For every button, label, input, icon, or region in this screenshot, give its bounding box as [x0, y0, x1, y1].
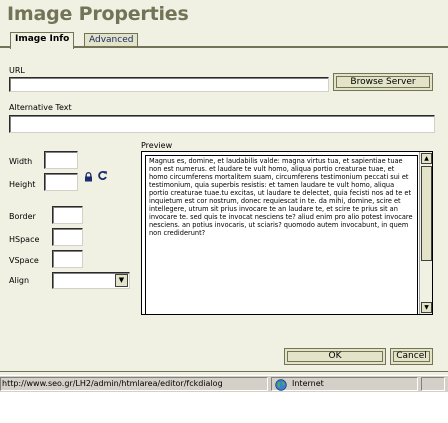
status-resize-area — [421, 377, 445, 391]
status-zone-label: Internet — [292, 379, 324, 388]
ok-button-label: OK — [328, 351, 342, 361]
alt-text-label: Alternative Text — [9, 103, 72, 112]
url-input[interactable] — [9, 77, 329, 92]
scroll-down-icon[interactable]: ▼ — [421, 302, 432, 313]
preview-pane[interactable]: Magnus es, domine, et laudabilis valde: … — [141, 151, 433, 315]
dialog-title: Image Properties — [7, 3, 189, 25]
footer-divider — [0, 371, 448, 372]
scroll-up-icon[interactable]: ▲ — [421, 153, 432, 164]
align-select[interactable]: ▼ — [52, 272, 130, 289]
height-label: Height — [9, 180, 36, 189]
preview-text: Magnus es, domine, et laudabilis valde: … — [145, 155, 418, 314]
reset-size-icon[interactable] — [97, 166, 108, 180]
browse-server-button-label: Browse Server — [350, 77, 416, 87]
hspace-label: HSpace — [9, 235, 40, 244]
page-bottom-fill — [0, 392, 448, 423]
border-label: Border — [9, 212, 36, 221]
lock-ratio-icon[interactable] — [84, 167, 93, 182]
browser-status-bar: http://www.seo.gr/LH2/admin/htmlarea/edi… — [0, 375, 448, 392]
align-label: Align — [9, 276, 30, 285]
hspace-input[interactable] — [52, 228, 83, 246]
cancel-button-label: Cancel — [396, 351, 427, 361]
preview-scrollbar[interactable]: ▲ ▼ — [419, 152, 432, 314]
alt-text-input[interactable] — [9, 115, 435, 133]
vspace-label: VSpace — [9, 256, 39, 265]
cancel-button[interactable]: Cancel — [390, 348, 433, 365]
preview-label: Preview — [141, 141, 173, 150]
width-input[interactable] — [44, 151, 78, 169]
url-label: URL — [9, 66, 25, 75]
status-security-zone: Internet — [271, 377, 418, 391]
status-url: http://www.seo.gr/LH2/admin/htmlarea/edi… — [0, 377, 268, 391]
ok-button[interactable]: OK — [284, 348, 386, 365]
scroll-thumb[interactable] — [421, 166, 432, 261]
vspace-input[interactable] — [52, 250, 83, 268]
height-input[interactable] — [44, 173, 78, 191]
globe-icon — [275, 379, 287, 391]
border-input[interactable] — [52, 206, 83, 224]
browse-server-button[interactable]: Browse Server — [333, 73, 433, 91]
width-label: Width — [9, 157, 33, 166]
chevron-down-icon[interactable]: ▼ — [115, 274, 128, 287]
tab-image-info[interactable]: Image Info — [10, 32, 75, 49]
